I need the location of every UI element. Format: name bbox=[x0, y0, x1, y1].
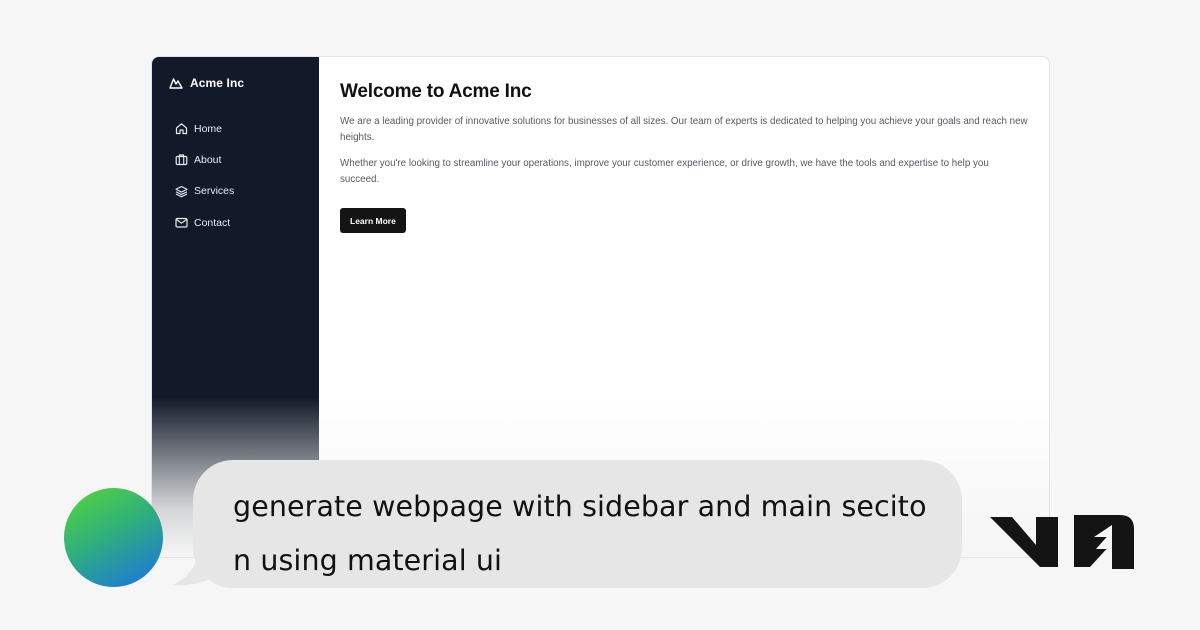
prompt-bubble: generate webpage with sidebar and main s… bbox=[193, 460, 962, 588]
sidebar-nav: Home About Services Contact bbox=[152, 113, 319, 238]
sidebar-item-about[interactable]: About bbox=[152, 144, 319, 175]
sidebar-item-home[interactable]: Home bbox=[152, 113, 319, 144]
sidebar-item-contact[interactable]: Contact bbox=[152, 207, 319, 238]
brand-name: Acme Inc bbox=[190, 76, 245, 90]
brand[interactable]: Acme Inc bbox=[152, 75, 319, 91]
sidebar-item-label: About bbox=[194, 153, 222, 166]
learn-more-button[interactable]: Learn More bbox=[340, 208, 406, 233]
intro-paragraph: We are a leading provider of innovative … bbox=[340, 116, 1028, 143]
user-avatar bbox=[64, 488, 163, 587]
secondary-paragraph: Whether you're looking to streamline you… bbox=[340, 158, 989, 185]
sidebar-item-label: Contact bbox=[194, 216, 231, 229]
home-icon bbox=[175, 122, 188, 135]
layers-icon bbox=[175, 185, 188, 198]
mountain-icon bbox=[169, 76, 183, 90]
page-title: Welcome to Acme Inc bbox=[340, 81, 532, 102]
mail-icon bbox=[175, 216, 188, 229]
sidebar-item-services[interactable]: Services bbox=[152, 176, 319, 207]
sidebar-item-label: Home bbox=[194, 122, 223, 135]
prompt-text: generate webpage with sidebar and main s… bbox=[233, 490, 927, 577]
v0-logo bbox=[990, 515, 1134, 569]
sidebar-item-label: Services bbox=[194, 185, 235, 198]
briefcase-icon bbox=[175, 153, 188, 166]
